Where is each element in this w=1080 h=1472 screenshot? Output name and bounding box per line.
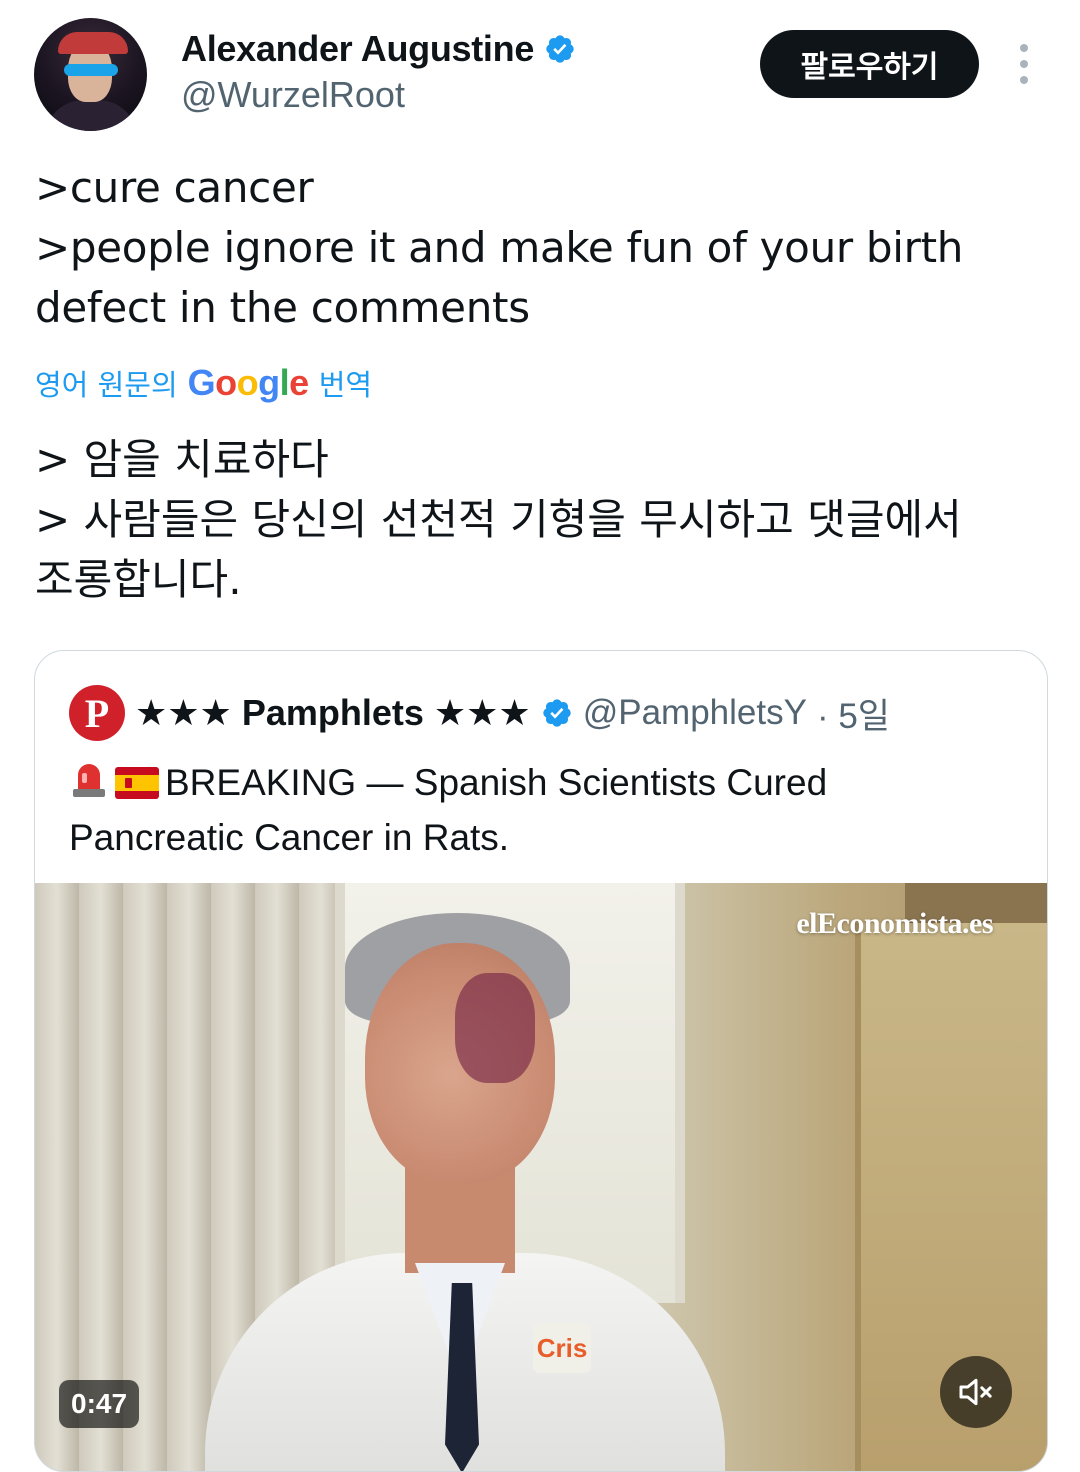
avatar-glasses: [64, 64, 118, 76]
avatar-body: [44, 100, 138, 131]
video-player[interactable]: Cris elEconomista.es 0:47: [35, 883, 1047, 1471]
more-dot: [1020, 44, 1028, 52]
author-display-name[interactable]: Alexander Augustine: [181, 28, 576, 70]
avatar-cap: [58, 32, 128, 54]
quote-text-line2: Pancreatic Cancer in Rats.: [69, 817, 510, 858]
follow-button[interactable]: 팔로우하기: [760, 30, 979, 98]
translated-line: > 암을 치료하다: [35, 435, 329, 484]
quote-handle[interactable]: @PamphletsY: [583, 693, 807, 733]
verified-badge-icon: [543, 699, 571, 727]
quote-text: BREAKING — Spanish Scientists Cured Panc…: [69, 757, 969, 863]
translate-suffix: 번역: [318, 368, 373, 402]
translate-link[interactable]: 영어 원문의 Google 번역: [35, 362, 372, 404]
tweet-text: >cure cancer >people ignore it and make …: [35, 158, 1045, 338]
quote-header: P ★★★ Pamphlets ★★★ @PamphletsY · 5일: [69, 685, 890, 741]
google-logo: Google: [187, 362, 310, 403]
quoted-tweet-card[interactable]: P ★★★ Pamphlets ★★★ @PamphletsY · 5일 BRE…: [34, 650, 1048, 1472]
tweet-line: >cure cancer: [35, 163, 314, 212]
quote-display-name[interactable]: ★★★ Pamphlets ★★★: [135, 692, 531, 734]
verified-badge-icon: [546, 35, 574, 63]
author-name-text[interactable]: Alexander Augustine: [181, 28, 534, 70]
tweet-line: defect in the comments: [35, 283, 530, 332]
tweet-line: >people ignore it and make fun of your b…: [35, 223, 964, 272]
quote-text-line1: BREAKING — Spanish Scientists Cured: [165, 762, 828, 803]
video-duration: 0:47: [59, 1380, 140, 1428]
author-avatar[interactable]: [34, 18, 147, 131]
translated-text: > 암을 치료하다 > 사람들은 당신의 선천적 기형을 무시하고 댓글에서 조…: [35, 430, 1045, 610]
more-options-icon[interactable]: [1012, 44, 1036, 84]
quote-time[interactable]: · 5일: [817, 688, 890, 739]
birthmark: [455, 973, 535, 1083]
author-handle[interactable]: @WurzelRoot: [181, 74, 405, 116]
coat-logo: Cris: [533, 1323, 591, 1373]
mute-button[interactable]: [940, 1356, 1012, 1428]
spain-flag-icon: [115, 761, 159, 812]
more-dot: [1020, 60, 1028, 68]
translate-prefix: 영어 원문의: [35, 368, 178, 402]
video-watermark: elEconomista.es: [796, 907, 993, 940]
translated-line: > 사람들은 당신의 선천적 기형을 무시하고 댓글에서: [35, 495, 962, 544]
siren-icon: [69, 759, 109, 812]
quote-avatar[interactable]: P: [69, 685, 125, 741]
translated-line: 조롱합니다.: [35, 555, 242, 604]
speaker-muted-icon: [959, 1378, 992, 1406]
more-dot: [1020, 76, 1028, 84]
